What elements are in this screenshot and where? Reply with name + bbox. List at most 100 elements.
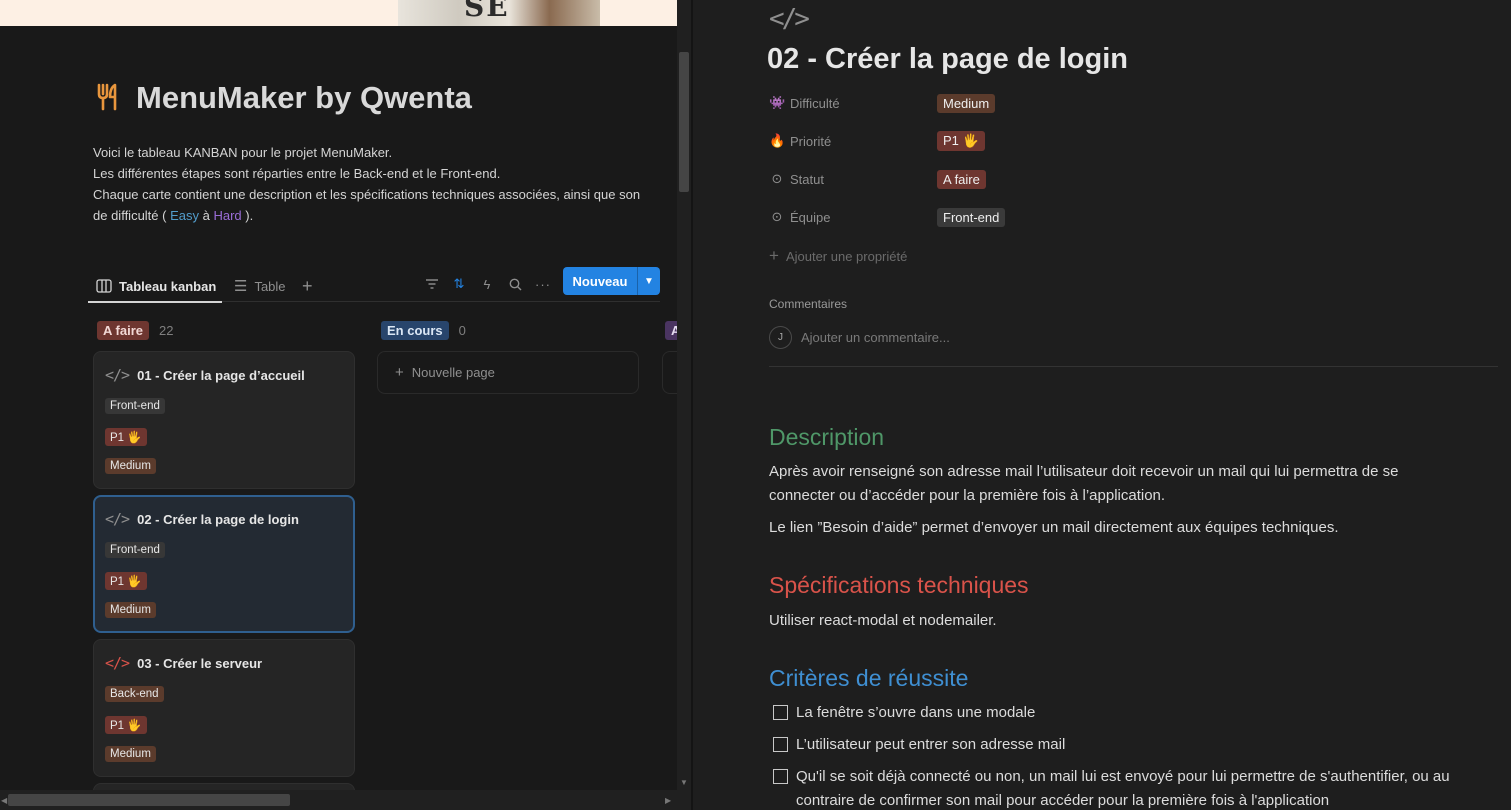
- new-page-label: Nouvelle page: [411, 365, 495, 380]
- divider: [769, 366, 1498, 367]
- add-view-button[interactable]: +: [302, 272, 313, 300]
- criteria-text: La fenêtre s’ouvre dans une modale: [796, 704, 1036, 721]
- list-icon: ☰: [234, 278, 248, 295]
- property-label: Équipe: [790, 209, 831, 225]
- select-circle-icon: ⊙: [771, 171, 783, 186]
- status-badge: A faire: [97, 320, 149, 340]
- card-title-text: 03 - Créer le serveur: [137, 655, 263, 671]
- hard-label: Hard: [213, 208, 242, 223]
- property-value: A faire: [937, 169, 986, 189]
- checkbox[interactable]: [773, 705, 788, 720]
- cover-image: SE: [0, 0, 677, 26]
- checkbox[interactable]: [773, 769, 788, 784]
- code-icon: </>: [769, 4, 810, 34]
- property-label: Difficulté: [790, 95, 840, 111]
- property-priority[interactable]: 🔥 Priorité P1 🖐: [769, 130, 1469, 152]
- kanban-pane: SE MenuMaker by Qwenta Voici le tableau …: [0, 0, 677, 810]
- property-status[interactable]: ⊙ Statut A faire: [769, 168, 1469, 190]
- intro-line: Les différentes étapes sont réparties en…: [93, 166, 501, 181]
- page-intro: Voici le tableau KANBAN pour le projet M…: [93, 142, 677, 226]
- easy-label: Easy: [170, 208, 199, 223]
- comments-heading: Commentaires: [769, 297, 848, 311]
- team-tag: Back-end: [105, 686, 164, 702]
- board-icon: [96, 279, 112, 293]
- invader-icon: 👾: [769, 95, 786, 110]
- scroll-left-icon[interactable]: ◀: [1, 796, 7, 805]
- scroll-down-icon[interactable]: ▼: [680, 778, 688, 787]
- spec-text: Utiliser react-modal et nodemailer.: [769, 612, 997, 629]
- page-title: MenuMaker by Qwenta: [136, 80, 472, 115]
- kanban-card[interactable]: </> 01 - Créer la page d’accueil Front-e…: [93, 351, 355, 489]
- card-title: </> 03 - Créer le serveur: [105, 654, 262, 672]
- horizontal-scroll-thumb[interactable]: [8, 794, 290, 806]
- page-title[interactable]: 02 - Créer la page de login: [767, 43, 1128, 76]
- cover-photo: SE: [398, 0, 600, 26]
- kanban-card[interactable]: </> 02 - Créer la page de login Front-en…: [93, 495, 355, 633]
- property-label: Statut: [790, 171, 824, 187]
- priority-tag: P1 🖐: [105, 572, 147, 590]
- card-title: </> 02 - Créer la page de login: [105, 510, 299, 528]
- comment-input[interactable]: J Ajouter un commentaire...: [769, 326, 950, 349]
- vertical-scroll-thumb[interactable]: [679, 52, 689, 192]
- property-name: 👾 Difficulté: [769, 95, 937, 111]
- tab-label: Table: [254, 278, 286, 294]
- group-header-todo[interactable]: A faire 22: [97, 320, 173, 340]
- description-text: Après avoir renseigné son adresse mail l…: [769, 460, 1398, 508]
- property-value: P1 🖐: [937, 131, 985, 151]
- group-header-partial[interactable]: A: [665, 320, 677, 340]
- priority-tag: P1 🖐: [105, 716, 147, 734]
- help-link-text: Le lien ”Besoin d’aide” permet d’envoyer…: [769, 519, 1339, 536]
- automation-icon[interactable]: ϟ: [477, 274, 497, 294]
- status-badge: A: [665, 320, 677, 340]
- property-team[interactable]: ⊙ Équipe Front-end: [769, 206, 1469, 228]
- intro-text: de difficulté (: [93, 208, 171, 223]
- tab-table[interactable]: ☰ Table: [234, 272, 286, 300]
- view-toolbar: Tableau kanban ☰ Table + ⇅ ϟ ··· Nouveau…: [87, 266, 660, 303]
- new-button[interactable]: Nouveau ▼: [563, 267, 660, 295]
- comment-placeholder: Ajouter un commentaire...: [801, 330, 950, 345]
- criteria-item: Qu'il se soit déjà connecté ou non, un m…: [773, 765, 1450, 810]
- card-title-text: 01 - Créer la page d’accueil: [137, 367, 305, 383]
- group-count: 0: [458, 322, 466, 338]
- text-line: Qu'il se soit déjà connecté ou non, un m…: [796, 768, 1450, 785]
- new-button-label: Nouveau: [572, 273, 628, 289]
- property-name: 🔥 Priorité: [769, 133, 937, 149]
- intro-text: à: [199, 208, 214, 223]
- intro-line: Chaque carte contient une description et…: [93, 187, 641, 202]
- text-line: contraire de confirmer son mail pour acc…: [796, 792, 1330, 809]
- text-line: Après avoir renseigné son adresse mail l…: [769, 463, 1399, 480]
- property-value: Medium: [937, 93, 996, 113]
- criteria-heading: Critères de réussite: [769, 665, 969, 691]
- checkbox[interactable]: [773, 737, 788, 752]
- more-icon[interactable]: ···: [533, 274, 553, 294]
- fire-icon: 🔥: [769, 133, 786, 148]
- description-heading: Description: [769, 424, 885, 450]
- team-tag: Front-end: [105, 542, 165, 558]
- difficulty-tag: Medium: [105, 458, 156, 474]
- group-count: 22: [158, 322, 174, 338]
- intro-line: Voici le tableau KANBAN pour le projet M…: [93, 145, 393, 160]
- new-page-button[interactable]: + Nouvelle page: [377, 351, 639, 394]
- search-icon[interactable]: [505, 274, 525, 294]
- filter-icon[interactable]: [422, 274, 442, 294]
- criteria-text: L’utilisateur peut entrer son adresse ma…: [796, 736, 1066, 753]
- property-value: Front-end: [937, 207, 1006, 227]
- group-header-in-progress[interactable]: En cours 0: [381, 320, 466, 340]
- kanban-card[interactable]: </> 03 - Créer le serveur Back-end P1 🖐 …: [93, 639, 355, 777]
- property-difficulty[interactable]: 👾 Difficulté Medium: [769, 92, 1469, 114]
- select-circle-icon: ⊙: [771, 209, 783, 224]
- plus-icon: +: [395, 364, 404, 381]
- chevron-down-icon[interactable]: ▼: [638, 276, 660, 287]
- criteria-text: Qu'il se soit déjà connecté ou non, un m…: [796, 765, 1450, 810]
- add-property-button[interactable]: + Ajouter une propriété: [769, 246, 907, 266]
- add-property-label: Ajouter une propriété: [785, 248, 908, 264]
- scroll-right-icon[interactable]: ▶: [665, 796, 671, 805]
- spec-heading: Spécifications techniques: [769, 572, 1029, 598]
- kanban-card[interactable]: [662, 351, 677, 394]
- difficulty-tag: Medium: [105, 746, 156, 762]
- tab-kanban[interactable]: Tableau kanban: [87, 272, 223, 303]
- card-title: </> 01 - Créer la page d’accueil: [105, 366, 305, 384]
- page-peek-panel: </> 02 - Créer la page de login 👾 Difficu…: [693, 0, 1511, 810]
- property-label: Priorité: [790, 133, 832, 149]
- sort-icon[interactable]: ⇅: [449, 274, 469, 294]
